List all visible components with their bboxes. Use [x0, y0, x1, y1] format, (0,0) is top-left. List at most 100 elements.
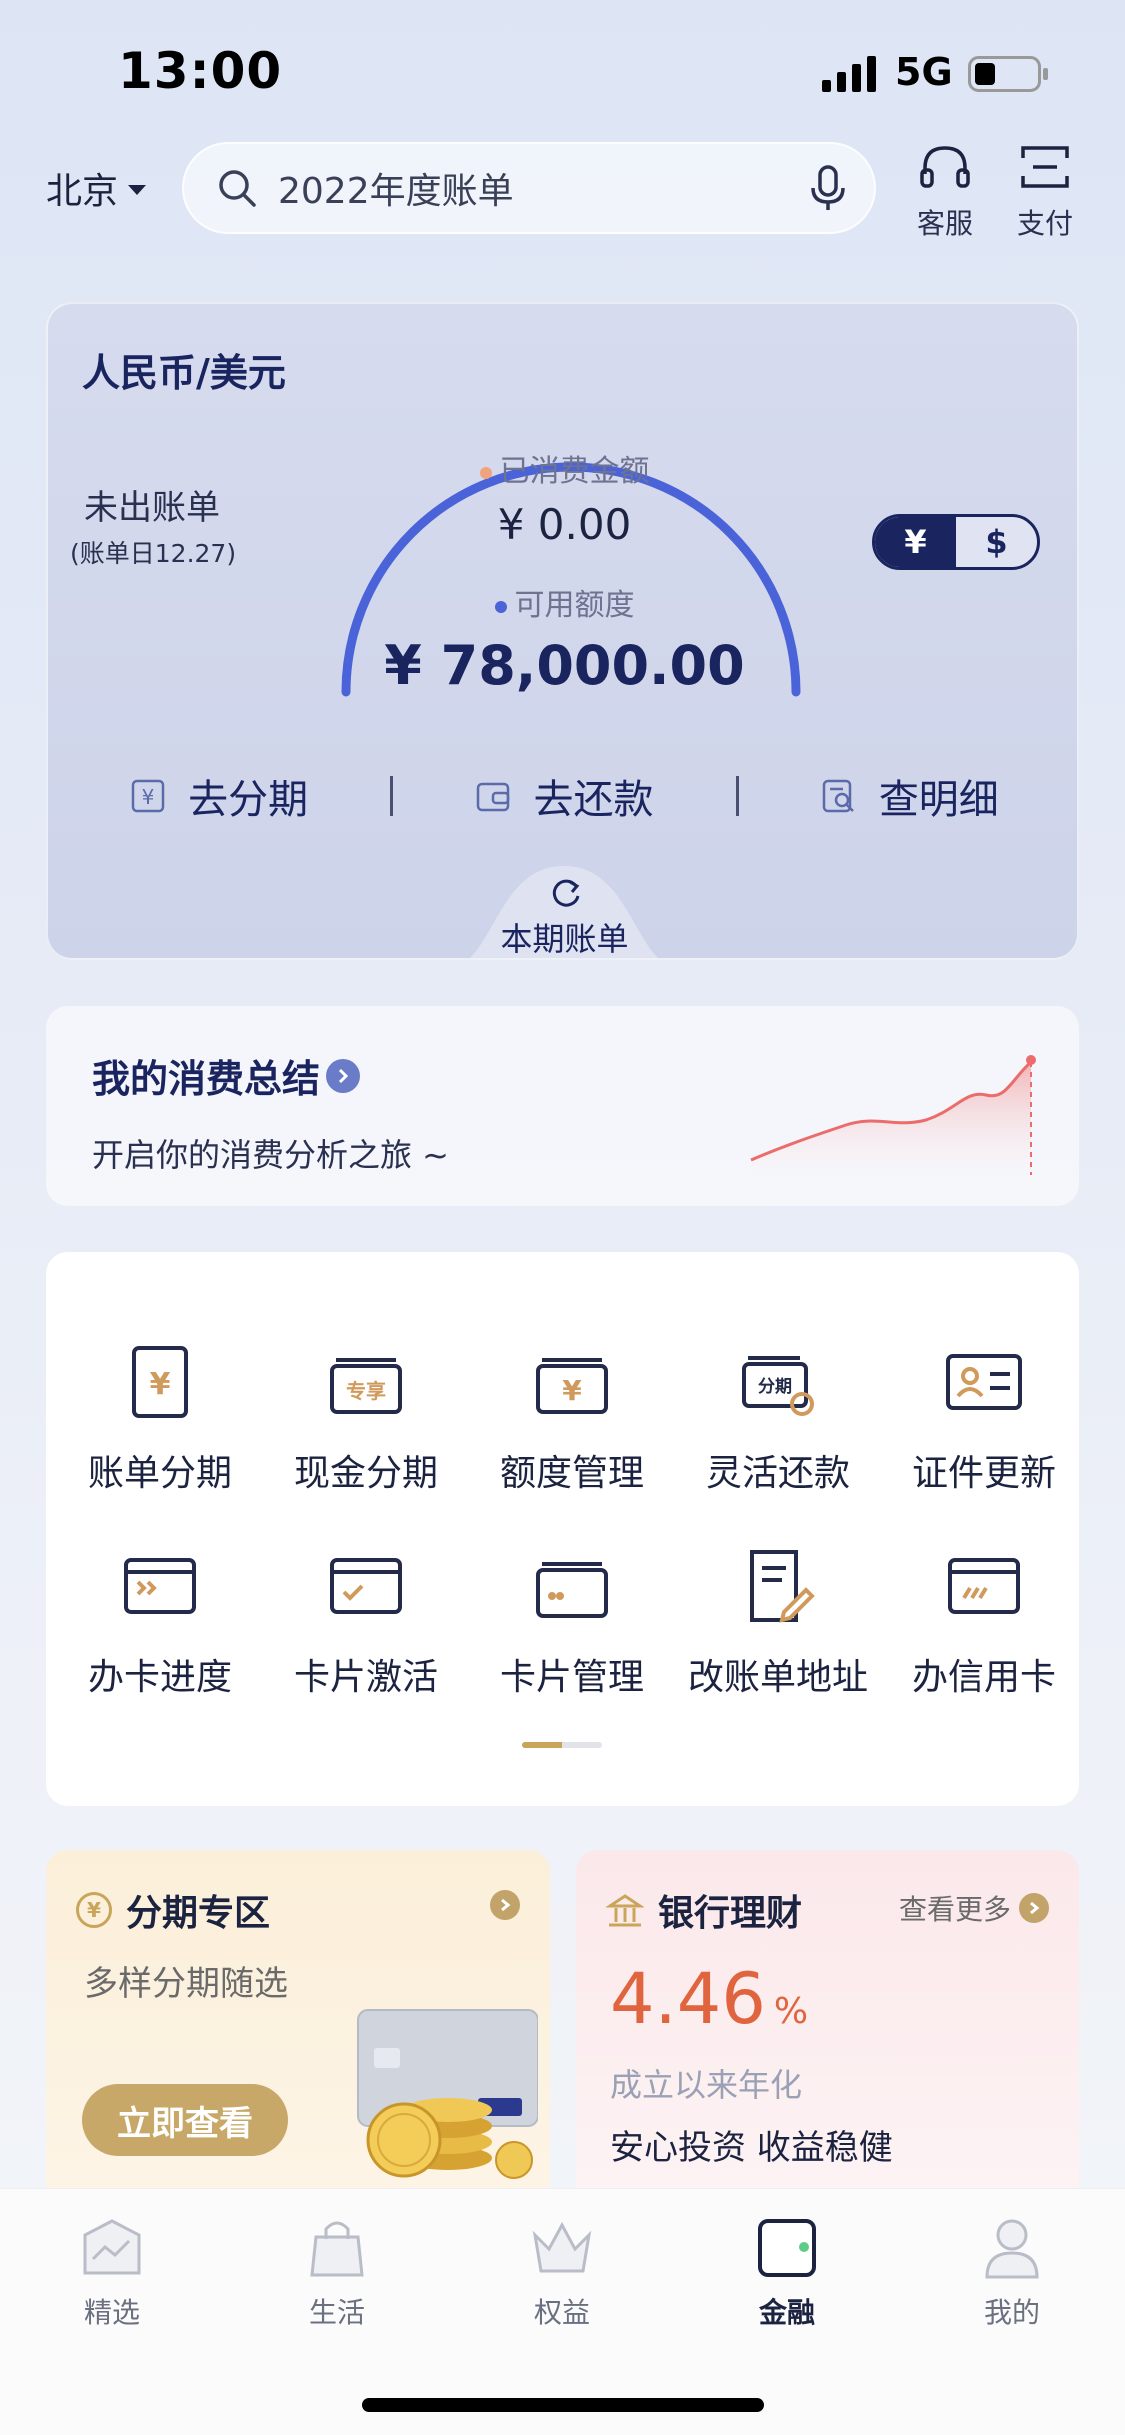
service-label: 办卡进度	[87, 1657, 232, 1698]
profile-icon	[985, 2219, 1039, 2279]
bank-wealth-card[interactable]: 银行理财 查看更多 4.46% 成立以来年化 安心投资 收益稳健	[576, 1850, 1079, 2190]
bank-wealth-title: 银行理财	[606, 1884, 802, 1936]
tab-featured[interactable]: 精选	[32, 2213, 192, 2331]
bill-address-button[interactable]: 改账单地址	[675, 1548, 881, 1700]
available-label: 可用额度	[48, 580, 1077, 624]
tab-finance[interactable]: 金融	[707, 2213, 867, 2331]
microphone-icon[interactable]	[808, 164, 848, 212]
svg-text:¥: ¥	[562, 1374, 582, 1407]
currency-cny-option[interactable]: ¥	[875, 517, 956, 567]
id-update-button[interactable]: 证件更新	[881, 1344, 1087, 1496]
finance-wallet-icon	[758, 2219, 816, 2277]
service-label: 额度管理	[499, 1453, 644, 1494]
chevron-right-icon	[1019, 1893, 1049, 1923]
view-more-link[interactable]: 查看更多	[899, 1888, 1049, 1928]
tab-life[interactable]: 生活	[257, 2213, 417, 2331]
currency-toggle[interactable]: ¥ $	[872, 514, 1040, 570]
credit-card-panel: 人民币/美元 未出账单 (账单日12.27) 已消费金额 ¥ 0.00 可用额度…	[46, 302, 1079, 960]
search-icon	[219, 170, 256, 207]
rate-description: 成立以来年化	[610, 2066, 803, 2104]
cash-installment-button[interactable]: 专享 现金分期	[263, 1344, 469, 1496]
card-actions: ¥ 去分期 去还款 查明细	[48, 756, 1077, 836]
annual-rate: 4.46%	[610, 1958, 809, 2040]
repay-action-button[interactable]: 去还款	[393, 767, 735, 825]
home-indicator	[362, 2398, 764, 2412]
search-bar[interactable]: 2022年度账单	[182, 142, 876, 234]
cash-installment-icon: 专享	[330, 1358, 402, 1414]
services-grid: ¥ 账单分期 专享 现金分期 ¥ 额度管理 分期 灵活还款 证件更新 办卡进度 …	[46, 1252, 1079, 1806]
bank-icon	[606, 1894, 644, 1927]
trend-sparkline	[750, 1055, 1036, 1180]
card-activate-button[interactable]: 卡片激活	[263, 1548, 469, 1700]
chevron-right-icon	[326, 1058, 361, 1093]
spent-label: 已消费金额	[48, 446, 1077, 490]
status-time: 13:00	[118, 42, 283, 100]
signal-icon	[822, 56, 876, 92]
svg-text:¥: ¥	[142, 785, 155, 809]
search-placeholder: 2022年度账单	[278, 171, 514, 212]
currency-title: 人民币/美元	[82, 351, 286, 395]
page-indicator	[522, 1742, 602, 1748]
battery-icon	[968, 56, 1048, 92]
service-label: 灵活还款	[705, 1453, 850, 1494]
life-bag-icon	[310, 2221, 364, 2277]
pay-label: 支付	[1016, 207, 1073, 240]
flexible-repay-button[interactable]: 分期 灵活还款	[675, 1344, 881, 1496]
detail-action-button[interactable]: 查明细	[739, 767, 1077, 825]
network-label: 5G	[895, 50, 953, 94]
service-label: 改账单地址	[687, 1657, 868, 1698]
refresh-icon[interactable]	[548, 874, 584, 910]
summary-title-text: 我的消费总结	[92, 1057, 321, 1101]
limit-management-button[interactable]: ¥ 额度管理	[469, 1344, 675, 1496]
bill-installment-icon: ¥	[132, 1346, 188, 1418]
city-selector[interactable]: 北京	[46, 162, 147, 214]
available-dot-icon	[494, 600, 507, 613]
city-label: 北京	[46, 171, 119, 212]
detail-action-label: 查明细	[878, 777, 999, 823]
current-bill-tab[interactable]: 本期账单	[48, 914, 1077, 958]
summary-subtitle: 开启你的消费分析之旅 ~	[92, 1136, 449, 1174]
svg-text:专享: 专享	[346, 1379, 386, 1403]
tab-profile[interactable]: 我的	[932, 2213, 1092, 2331]
scan-pay-icon	[1021, 146, 1069, 188]
service-label: 证件更新	[911, 1453, 1056, 1494]
installment-icon: ¥	[131, 779, 165, 813]
service-label: 办信用卡	[911, 1657, 1056, 1698]
installment-zone-title: ¥ 分期专区	[76, 1884, 270, 1936]
installment-action-button[interactable]: ¥ 去分期	[48, 767, 390, 825]
tab-benefits[interactable]: 权益	[482, 2213, 642, 2331]
card-progress-button[interactable]: 办卡进度	[57, 1548, 263, 1700]
chevron-right-icon[interactable]	[490, 1890, 520, 1920]
installment-zone-subtitle: 多样分期随选	[84, 1964, 288, 2004]
featured-icon	[83, 2219, 141, 2275]
summary-title: 我的消费总结	[92, 1048, 361, 1103]
view-now-button[interactable]: 立即查看	[82, 2084, 288, 2156]
bill-installment-button[interactable]: ¥ 账单分期	[57, 1344, 263, 1496]
card-activate-icon	[330, 1558, 402, 1614]
bill-address-icon	[750, 1550, 815, 1623]
flexible-repay-icon: 分期	[742, 1356, 814, 1416]
svg-text:分期: 分期	[758, 1377, 792, 1397]
card-progress-icon	[124, 1558, 196, 1614]
card-manage-icon	[536, 1562, 608, 1618]
service-label: 现金分期	[293, 1453, 438, 1494]
apply-card-button[interactable]: 办信用卡	[881, 1548, 1087, 1700]
limit-management-icon: ¥	[536, 1358, 608, 1414]
available-value: ¥ 78,000.00	[384, 634, 745, 697]
wallet-icon	[477, 782, 510, 812]
installment-action-label: 去分期	[188, 777, 309, 823]
pay-button[interactable]: 支付	[1000, 142, 1090, 242]
id-update-icon	[946, 1354, 1022, 1410]
detail-search-icon	[822, 779, 854, 813]
service-label: 账单分期	[87, 1453, 232, 1494]
yen-coin-icon: ¥	[76, 1892, 112, 1928]
apply-card-icon	[948, 1558, 1020, 1614]
customer-service-button[interactable]: 客服	[900, 142, 990, 242]
spending-summary-card[interactable]: 我的消费总结 开启你的消费分析之旅 ~	[46, 1006, 1079, 1206]
caret-down-icon	[128, 185, 147, 195]
card-manage-button[interactable]: 卡片管理	[469, 1548, 675, 1700]
currency-usd-option[interactable]: $	[956, 517, 1037, 567]
repay-action-label: 去还款	[533, 777, 654, 823]
installment-zone-card[interactable]: ¥ 分期专区 多样分期随选 立即查看	[46, 1850, 550, 2190]
wealth-slogan: 安心投资 收益稳健	[610, 2128, 893, 2168]
